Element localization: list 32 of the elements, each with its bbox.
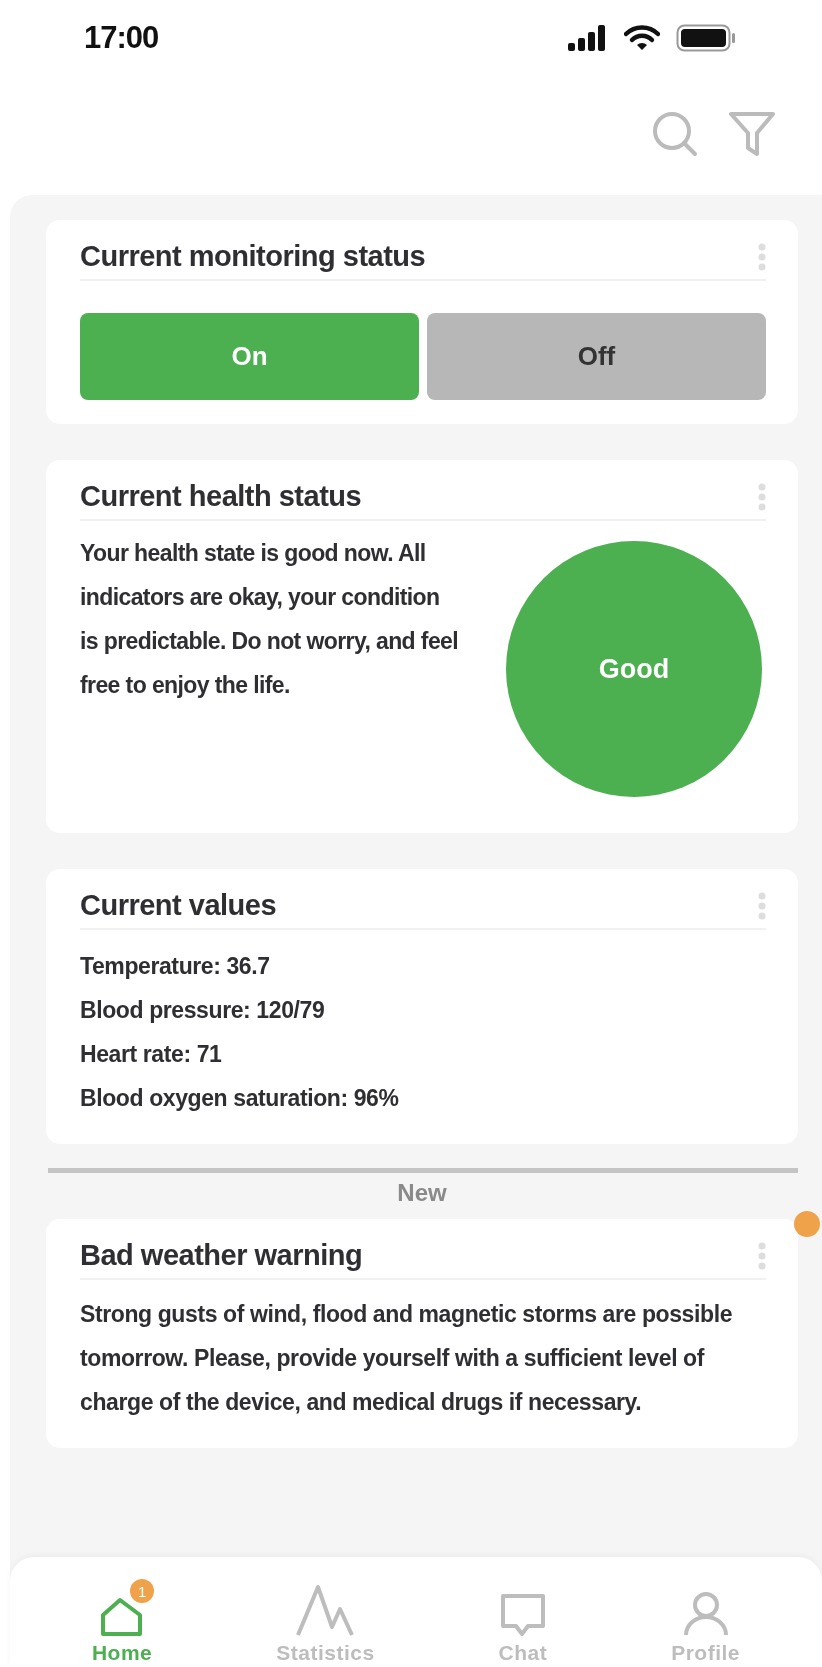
nav-tab[interactable]: Statistics xyxy=(276,1583,375,1665)
nav-tab[interactable]: Chat xyxy=(498,1583,548,1665)
value-text: Blood pressure: 120/79 xyxy=(80,996,326,1025)
chat-icon xyxy=(499,1593,546,1637)
more-icon[interactable] xyxy=(758,891,766,920)
filter-icon[interactable] xyxy=(728,110,776,157)
card-title: Current health status xyxy=(80,480,362,513)
warning-text: Strong gusts of wind, flood and magnetic storms are possible tomorrow. Please, provide yourself with a sufficient level of charge of the device, and medical drugs if necessary. xyxy=(80,1300,734,1417)
signal-icon xyxy=(568,25,608,51)
health-status-circle: Good xyxy=(506,541,762,797)
wifi-icon xyxy=(624,25,660,51)
value-text: Blood oxygen saturation: 96% xyxy=(80,1084,400,1113)
section-label: New xyxy=(397,1179,447,1207)
card-title: Bad weather warning xyxy=(80,1239,363,1272)
home-icon xyxy=(100,1597,145,1637)
chart-line-icon xyxy=(296,1585,355,1637)
more-icon[interactable] xyxy=(758,1241,766,1270)
toggle-button[interactable]: Off xyxy=(427,313,766,400)
health-description: Your health state is good now. All indicators are okay, your condition is predictable. Do not worry, and feel free to enjoy the life. xyxy=(80,539,460,700)
notification-badge: 1 xyxy=(130,1579,155,1603)
value-text: Temperature: 36.7 xyxy=(80,952,271,981)
status-time: 17:00 xyxy=(84,20,159,56)
card-title: Current monitoring status xyxy=(80,240,426,273)
search-icon[interactable] xyxy=(652,110,698,157)
more-icon[interactable] xyxy=(758,482,766,511)
more-icon[interactable] xyxy=(758,242,766,271)
battery-icon xyxy=(676,24,736,52)
value-text: Heart rate: 71 xyxy=(80,1040,223,1069)
toggle-button[interactable]: On xyxy=(80,313,419,400)
card-title: Current values xyxy=(80,889,277,922)
nav-tab[interactable]: Profile xyxy=(671,1583,740,1665)
person-icon xyxy=(682,1591,729,1637)
